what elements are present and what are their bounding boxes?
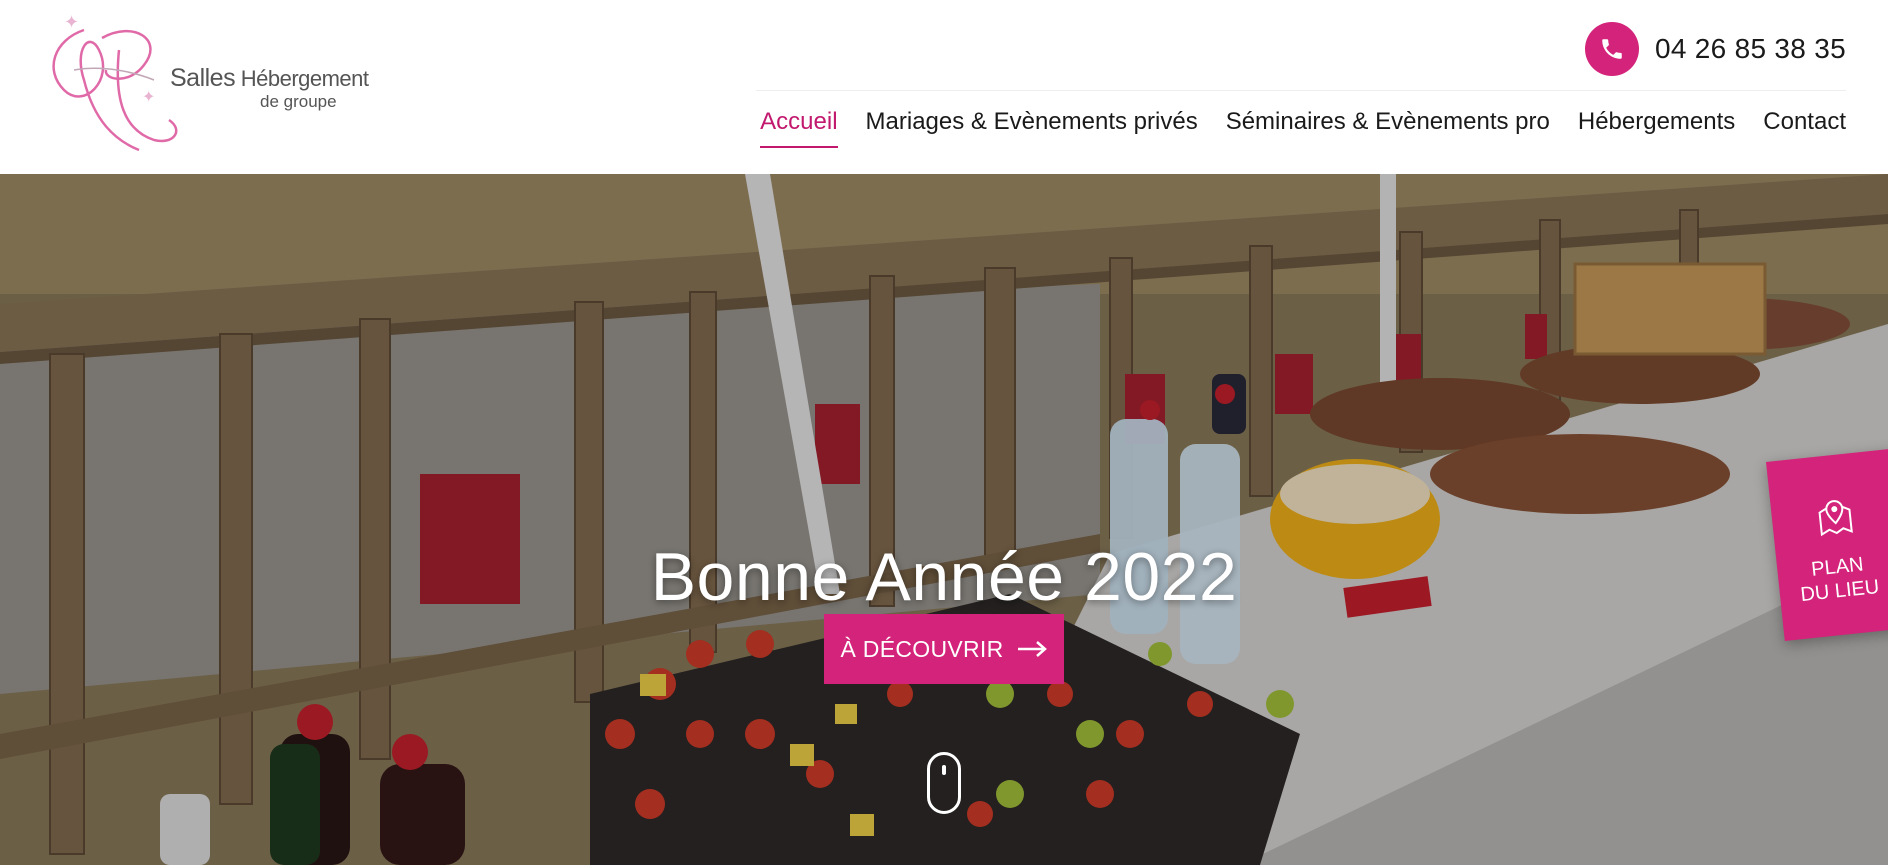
nav-item-hebergements[interactable]: Hébergements: [1578, 108, 1735, 148]
nav-item-mariages[interactable]: Mariages & Evènements privés: [866, 108, 1198, 148]
nav-item-accueil[interactable]: Accueil: [760, 108, 838, 148]
phone-number[interactable]: 04 26 85 38 35: [1655, 33, 1846, 65]
svg-text:✦: ✦: [64, 12, 79, 32]
discover-button-label: À DÉCOUVRIR: [840, 635, 1004, 662]
scroll-wheel: [942, 765, 946, 775]
plan-du-lieu-button[interactable]: PLAN DU LIEU: [1766, 448, 1888, 642]
logo-text-hebergement: Hébergement: [240, 66, 369, 91]
map-pin-icon: [1818, 500, 1853, 537]
phone-contact[interactable]: 04 26 85 38 35: [1584, 22, 1846, 76]
nav-item-contact[interactable]: Contact: [1763, 108, 1846, 148]
logo-text-salles: Salles: [170, 64, 236, 92]
hero-banner: Bonne Année 2022 À DÉCOUVRIR: [0, 174, 1888, 865]
hero-title: Bonne Année 2022: [650, 538, 1238, 615]
site-header: ✦ ✦ Salles Hébergement de groupe 04 26 8…: [0, 0, 1888, 174]
header-divider: [756, 90, 1846, 91]
arrow-right-icon: [1017, 641, 1047, 657]
mouse-scroll-icon[interactable]: [927, 752, 961, 814]
logo-wordmark: Salles Hébergement: [170, 64, 369, 93]
svg-text:✦: ✦: [142, 89, 155, 106]
phone-icon[interactable]: [1584, 22, 1639, 76]
nav-item-seminaires[interactable]: Séminaires & Evènements pro: [1226, 108, 1550, 148]
discover-button[interactable]: À DÉCOUVRIR: [824, 614, 1064, 684]
main-nav: Accueil Mariages & Evènements privés Sém…: [760, 108, 1846, 148]
logo-text-de-groupe: de groupe: [260, 92, 337, 111]
site-logo[interactable]: ✦ ✦ Salles Hébergement de groupe: [44, 10, 374, 170]
plan-du-lieu-label: PLAN DU LIEU: [1776, 549, 1888, 609]
